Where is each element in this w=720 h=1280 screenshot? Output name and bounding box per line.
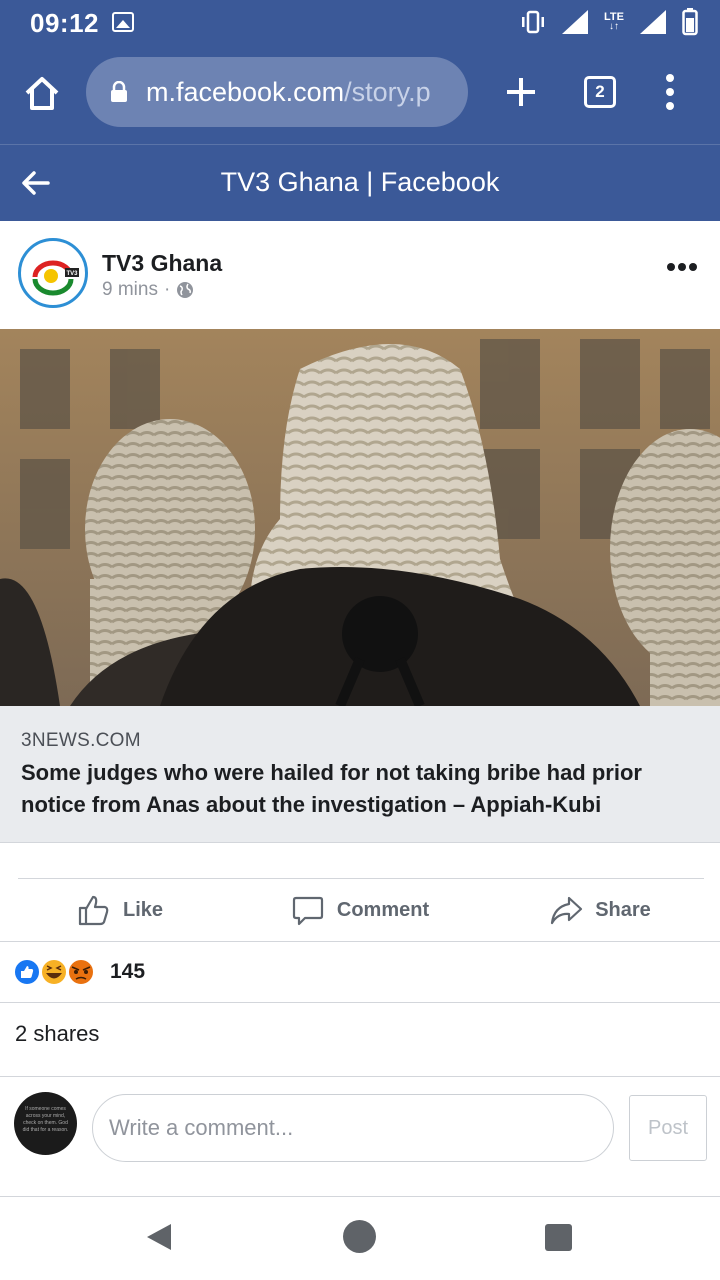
comment-input[interactable] — [92, 1094, 614, 1162]
status-time: 09:12 — [30, 8, 99, 38]
status-icons: LTE ↓↑ — [520, 6, 698, 38]
link-domain: 3NEWS.COM — [21, 730, 141, 751]
plus-icon[interactable] — [503, 74, 539, 110]
share-button[interactable]: Share — [480, 879, 720, 941]
link-title: Some judges who were hailed for not taki… — [21, 760, 642, 817]
more-dots-icon[interactable] — [666, 257, 698, 277]
vibrate-icon — [522, 10, 545, 34]
overflow-menu-icon[interactable] — [660, 72, 680, 112]
haha-reaction-icon — [40, 958, 68, 986]
shares-count: 2 shares — [15, 1021, 100, 1046]
shares-row[interactable]: 2 shares — [0, 1003, 720, 1077]
post-header: TV3 TV3 Ghana 9 mins · — [0, 221, 720, 329]
share-label: Share — [595, 898, 651, 921]
home-icon[interactable] — [22, 74, 62, 114]
url-text: m.facebook.com/story.p — [146, 77, 431, 108]
url-bar[interactable]: m.facebook.com/story.p — [86, 57, 468, 127]
user-avatar: If someone comes across your mind, check… — [14, 1092, 77, 1155]
comment-composer: If someone comes across your mind, check… — [0, 1077, 720, 1197]
like-button[interactable]: Like — [0, 879, 240, 941]
page-name[interactable]: TV3 Ghana — [102, 250, 222, 277]
url-path: /story.p — [344, 76, 431, 107]
like-label: Like — [122, 898, 164, 921]
page-avatar[interactable]: TV3 — [18, 238, 88, 308]
thumbs-up-icon — [78, 895, 109, 926]
avatar-logo-text: TV3 — [66, 271, 78, 277]
reaction-count: 145 — [110, 960, 146, 983]
angry-reaction-icon — [67, 958, 95, 986]
url-domain: m.facebook.com — [146, 76, 345, 107]
like-reaction-icon — [13, 958, 41, 986]
post-comment-button[interactable]: Post — [629, 1095, 707, 1161]
post-actions: Like Comment Share — [0, 879, 720, 942]
link-preview[interactable]: 3NEWS.COM Some judges who were hailed fo… — [0, 706, 720, 843]
reaction-icons — [13, 958, 95, 986]
judges-wigs-photo — [0, 329, 720, 706]
nav-home-icon[interactable] — [343, 1220, 376, 1253]
reactions-row[interactable]: 145 — [0, 942, 720, 1003]
status-bar: 09:12 LTE ↓↑ — [0, 0, 720, 44]
page-title: TV3 Ghana | Facebook — [220, 167, 500, 197]
post-time[interactable]: 9 mins — [102, 279, 158, 301]
lte-indicator: LTE ↓↑ — [604, 12, 624, 32]
share-arrow-icon — [551, 896, 583, 925]
lte-signal-icon — [640, 10, 666, 34]
battery-icon — [682, 8, 698, 36]
comment-icon — [292, 896, 323, 926]
comment-label: Comment — [336, 898, 430, 921]
post-meta: 9 mins · — [102, 279, 194, 301]
signal-icon — [562, 10, 589, 34]
navigation-bar — [0, 1197, 720, 1280]
globe-icon — [177, 282, 194, 298]
browser-toolbar: m.facebook.com/story.p 2 — [0, 44, 720, 144]
image-icon — [112, 12, 134, 32]
post-image[interactable] — [0, 329, 720, 706]
nav-back-icon[interactable] — [145, 1222, 173, 1252]
data-arrows-icon: ↓↑ — [609, 21, 620, 32]
nav-recents-icon[interactable] — [545, 1224, 572, 1251]
tv3-logo: TV3 — [32, 260, 79, 296]
comment-button[interactable]: Comment — [240, 879, 480, 941]
tabs-button[interactable]: 2 — [584, 76, 616, 108]
meta-separator: · — [163, 279, 171, 300]
page-header: TV3 Ghana | Facebook — [0, 144, 720, 221]
lock-icon — [111, 81, 127, 102]
